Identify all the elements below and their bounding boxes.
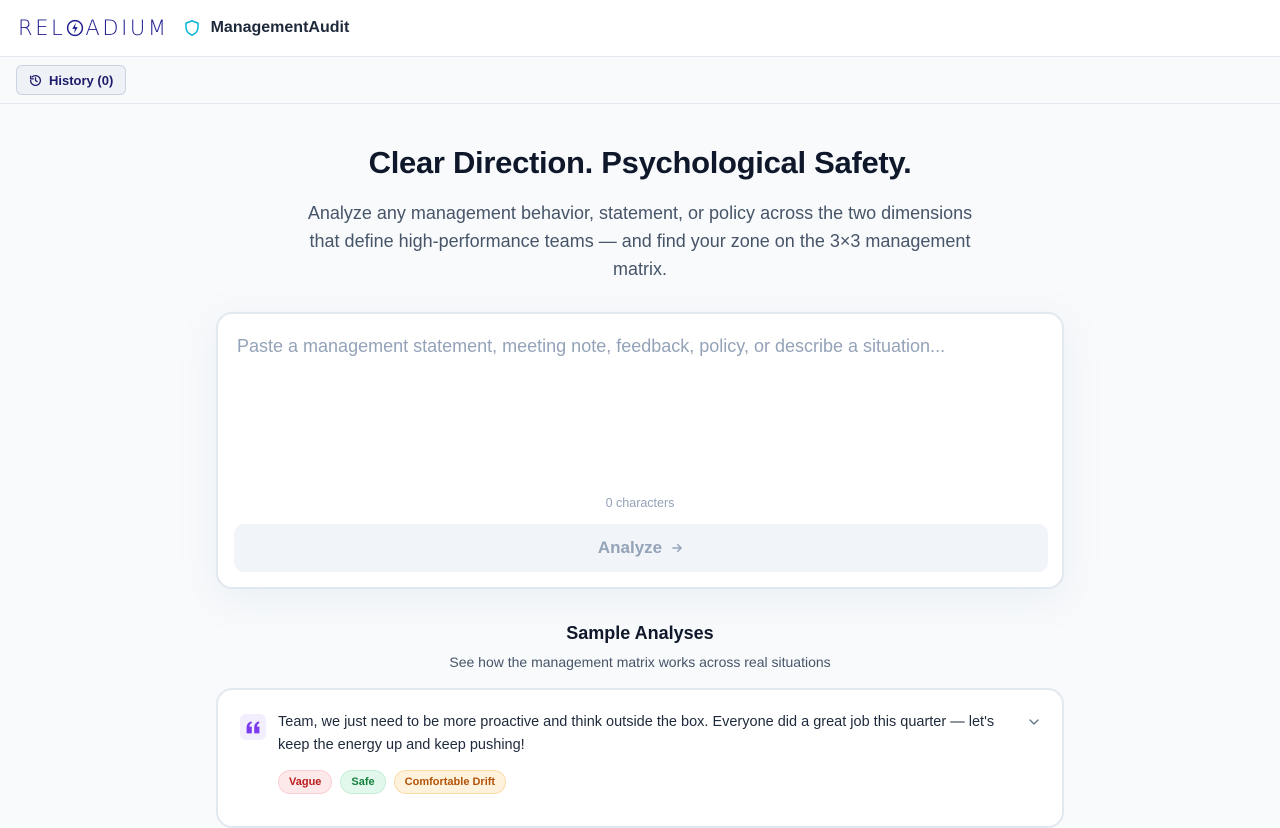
history-button[interactable]: History (0) (16, 65, 127, 95)
input-card: 0 characters Analyze (216, 312, 1064, 589)
reloadium-logo[interactable]: REL ADIUM (18, 16, 169, 40)
analyze-button[interactable]: Analyze (234, 524, 1048, 572)
arrow-right-icon (672, 543, 682, 553)
samples-subtitle: See how the management matrix works acro… (449, 654, 831, 670)
logo-text-left: REL (18, 16, 66, 40)
sample-card[interactable]: Team, we just need to be more proactive … (216, 688, 1064, 828)
character-count: 0 characters (605, 496, 675, 510)
chevron-down-icon[interactable] (1026, 714, 1042, 730)
sample-tags: Vague Safe Comfortable Drift (278, 770, 507, 794)
shield-icon (184, 20, 199, 36)
quote-glyph (246, 721, 260, 734)
tag-zone: Comfortable Drift (393, 770, 507, 794)
hero-section: Clear Direction. Psychological Safety. A… (0, 145, 1280, 283)
bolt-circle-icon (67, 19, 84, 37)
logo-text-right: ADIUM (85, 16, 169, 40)
sub-toolbar: History (0) (0, 57, 1280, 104)
history-icon (29, 74, 41, 86)
analyze-label: Analyze (597, 538, 663, 557)
page-title: Clear Direction. Psychological Safety. (368, 145, 912, 180)
samples-title: Sample Analyses (566, 623, 714, 643)
tag-safety: Safe (340, 770, 386, 794)
quote-icon (240, 714, 266, 740)
top-bar: REL ADIUM ManagementAudit (0, 0, 1280, 57)
page-subtitle: Analyze any management behavior, stateme… (307, 203, 973, 279)
situation-input[interactable] (237, 336, 1043, 486)
sample-quote-text: Team, we just need to be more proactive … (278, 714, 995, 753)
app-name: ManagementAudit (210, 19, 350, 36)
history-label: History (0) (49, 72, 114, 88)
tag-clarity: Vague (278, 770, 333, 794)
